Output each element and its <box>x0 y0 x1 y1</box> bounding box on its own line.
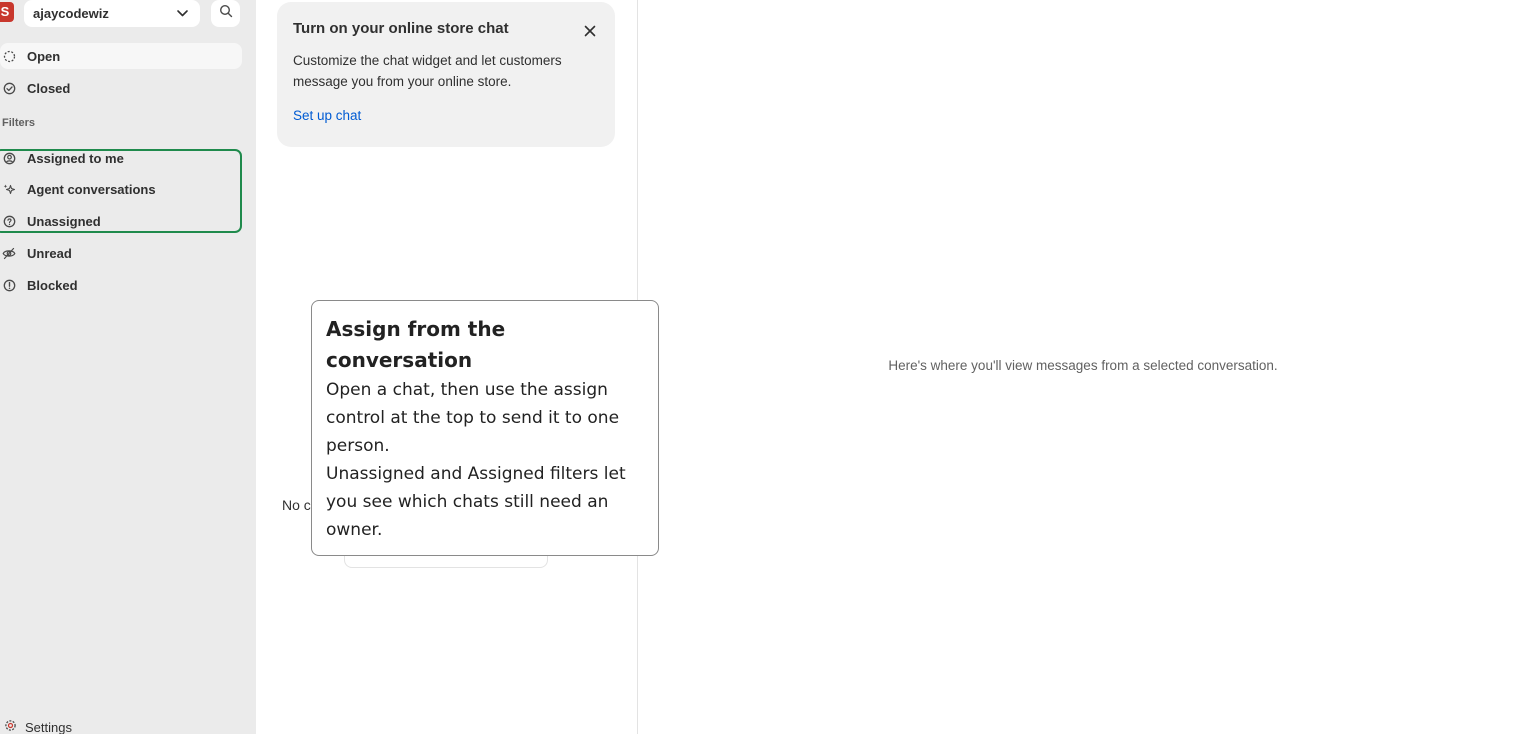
chevron-down-icon <box>176 7 189 25</box>
filter-blocked[interactable]: Blocked <box>0 272 242 298</box>
setup-chat-link[interactable]: Set up chat <box>293 108 599 123</box>
nav-closed-label: Closed <box>27 80 71 96</box>
filter-unassigned[interactable]: Unassigned <box>0 208 242 234</box>
open-status-icon <box>2 49 16 63</box>
tooltip-title: Assign from the conversation <box>326 317 506 372</box>
online-store-chat-card: Turn on your online store chat Customize… <box>277 2 615 147</box>
inbox-app: S ajaycodewiz Open Closed Filters Assign… <box>0 0 1528 734</box>
message-panel-placeholder: Here's where you'll view messages from a… <box>888 358 1278 373</box>
store-selector[interactable]: ajaycodewiz <box>24 0 200 27</box>
assign-tooltip: Assign from the conversation Open a chat… <box>311 300 659 556</box>
filter-blocked-label: Blocked <box>27 277 78 293</box>
settings-label: Settings <box>25 719 72 734</box>
check-circle-icon <box>2 81 16 95</box>
nav-open-label: Open <box>27 48 61 64</box>
filter-unassigned-label: Unassigned <box>27 213 101 229</box>
promo-title: Turn on your online store chat <box>293 20 509 37</box>
filter-unread-label: Unread <box>27 245 72 261</box>
sidebar: S ajaycodewiz Open Closed Filters Assign… <box>0 0 256 734</box>
store-logo: S <box>0 2 14 22</box>
empty-state-text: No c <box>282 497 311 513</box>
tooltip-line-1: Open a chat, then use the assign control… <box>326 380 620 456</box>
filter-agent-conversations-label: Agent conversations <box>27 181 156 197</box>
promo-body: Customize the chat widget and let custom… <box>293 53 562 89</box>
filter-unread[interactable]: Unread <box>0 240 242 266</box>
question-circle-icon <box>2 214 16 228</box>
search-icon <box>219 4 233 23</box>
filter-assigned-to-me[interactable]: Assigned to me <box>0 145 242 171</box>
eye-off-icon <box>2 246 16 260</box>
settings-link[interactable]: Settings <box>4 719 72 734</box>
settings-gear-icon <box>4 719 17 734</box>
close-icon[interactable] <box>584 24 596 42</box>
nav-closed[interactable]: Closed <box>0 75 242 101</box>
person-circle-icon <box>2 151 16 165</box>
search-button[interactable] <box>211 0 240 27</box>
store-name: ajaycodewiz <box>33 6 109 21</box>
filter-assigned-to-me-label: Assigned to me <box>27 150 124 166</box>
sparkle-icon <box>2 182 16 196</box>
filter-agent-conversations[interactable]: Agent conversations <box>0 176 242 202</box>
nav-open[interactable]: Open <box>0 43 242 69</box>
tooltip-line-2: Unassigned and Assigned filters let you … <box>326 464 626 540</box>
filters-heading: Filters <box>2 117 36 129</box>
alert-circle-icon <box>2 278 16 292</box>
